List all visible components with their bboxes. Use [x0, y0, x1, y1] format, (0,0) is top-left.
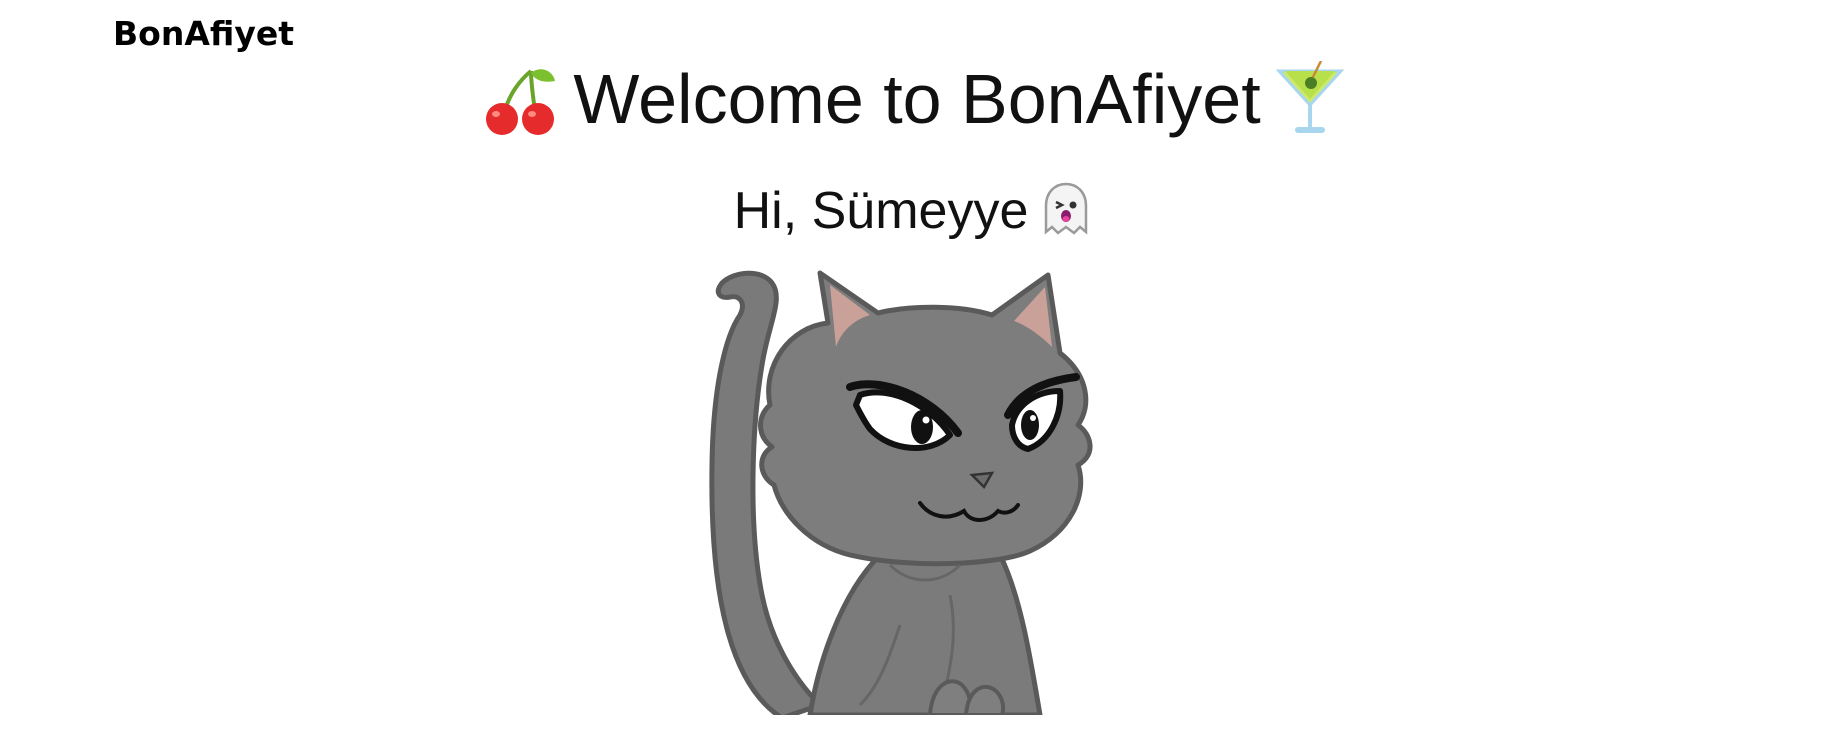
brand-logo[interactable]: BonAfiyet	[113, 14, 294, 53]
greeting-text: Hi, Sümeyye	[733, 182, 1029, 240]
greeting: Hi, Sümeyye	[0, 176, 1828, 258]
welcome-title: Welcome to BonAfiyet	[0, 54, 1828, 158]
welcome-text: Welcome to BonAfiyet	[573, 60, 1261, 138]
ghost-icon	[1038, 180, 1094, 258]
cocktail-glass-icon	[1275, 60, 1345, 158]
cat-illustration	[709, 270, 1093, 715]
cherries-icon	[483, 61, 559, 158]
page: BonAfiyet Welcome to BonAfiyet Hi, Sümey…	[0, 0, 1828, 733]
